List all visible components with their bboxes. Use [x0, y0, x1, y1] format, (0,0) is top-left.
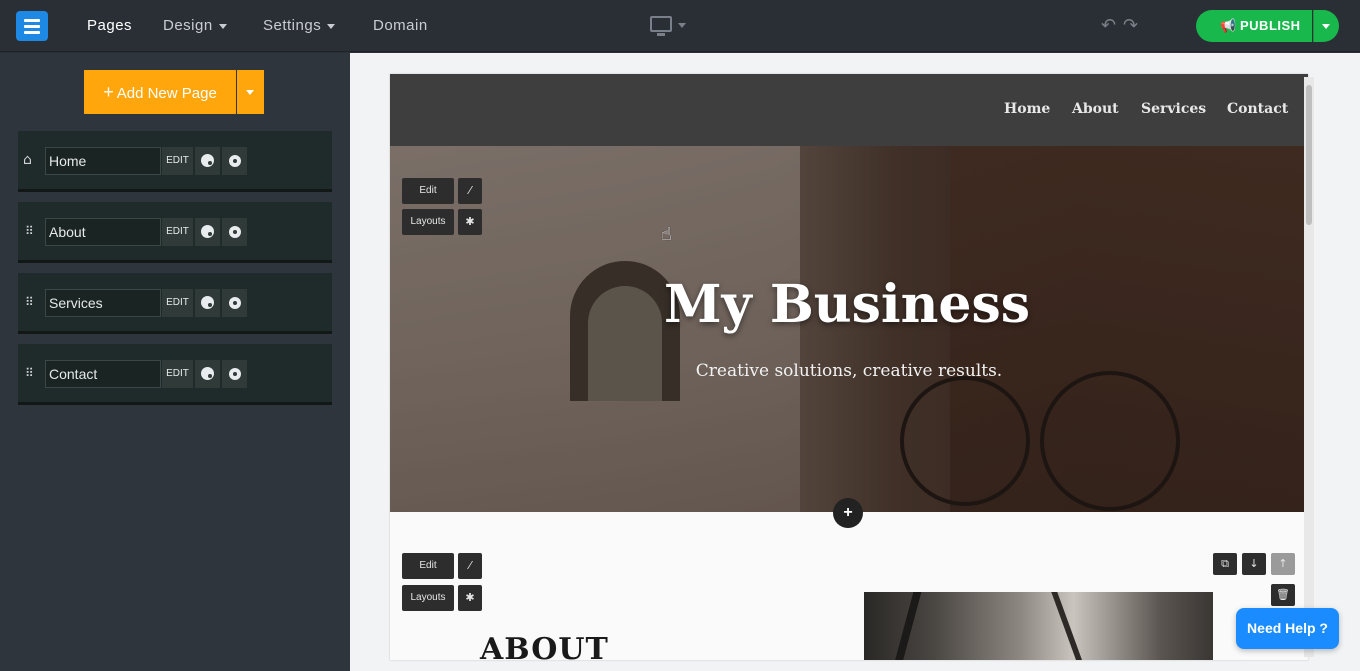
publish-dropdown-button[interactable]	[1313, 10, 1339, 42]
app-logo-icon[interactable]	[16, 11, 48, 41]
chevron-down-icon	[327, 23, 336, 29]
about-heading[interactable]: ABOUT	[480, 632, 609, 660]
palette-icon	[201, 225, 214, 238]
drag-handle-icon[interactable]: ⠿	[25, 295, 35, 309]
page-row-about[interactable]: ⠿ About EDIT	[18, 202, 332, 263]
page-settings-button[interactable]	[222, 289, 247, 317]
move-up-icon[interactable]: ↑	[1271, 553, 1295, 575]
nav-domain[interactable]: Domain	[373, 17, 428, 34]
site-nav-contact[interactable]: Contact	[1227, 101, 1288, 117]
gear-icon[interactable]: ✱	[458, 585, 482, 611]
chevron-down-icon[interactable]	[678, 23, 686, 28]
page-name-field[interactable]: Home	[45, 147, 161, 175]
magic-wand-icon[interactable]: ⁄	[458, 553, 482, 579]
nav-settings[interactable]: Settings	[263, 17, 336, 34]
publish-button[interactable]: 📢 PUBLISH	[1196, 10, 1312, 42]
palette-icon	[201, 296, 214, 309]
nav-design-label: Design	[163, 17, 213, 34]
site-nav-home[interactable]: Home	[1004, 101, 1050, 117]
scrollbar-thumb[interactable]	[1306, 85, 1312, 225]
gear-icon	[229, 297, 241, 309]
page-settings-button[interactable]	[222, 218, 247, 246]
about-edit-button[interactable]: Edit	[402, 553, 454, 579]
megaphone-icon: 📢	[1220, 18, 1237, 33]
page-row-services[interactable]: ⠿ Services EDIT	[18, 273, 332, 334]
hero-layouts-button[interactable]: Layouts	[402, 209, 454, 235]
page-name-field[interactable]: About	[45, 218, 161, 246]
hero-section[interactable]: My Business Creative solutions, creative…	[390, 146, 1308, 512]
publish-label: PUBLISH	[1240, 18, 1301, 33]
gear-icon[interactable]: ✱	[458, 209, 482, 235]
home-icon: ⌂	[23, 152, 32, 168]
page-name-field[interactable]: Contact	[45, 360, 161, 388]
add-page-dropdown-button[interactable]	[237, 70, 264, 114]
palette-button[interactable]	[195, 360, 220, 388]
page-settings-button[interactable]	[222, 360, 247, 388]
site-nav-services[interactable]: Services	[1141, 101, 1206, 117]
palette-icon	[201, 367, 214, 380]
drag-handle-icon[interactable]: ⠿	[25, 366, 35, 380]
palette-button[interactable]	[195, 218, 220, 246]
add-new-page-label: Add New Page	[116, 85, 217, 102]
trash-icon[interactable]: 🗑	[1271, 584, 1295, 606]
chevron-down-icon	[218, 23, 227, 29]
nav-pages[interactable]: Pages	[87, 17, 132, 34]
edit-page-button[interactable]: EDIT	[162, 147, 193, 175]
redo-icon[interactable]: ↷	[1123, 15, 1138, 36]
desktop-device-icon[interactable]	[650, 16, 672, 36]
site-preview: Home About Services Contact My Business …	[390, 74, 1308, 660]
hand-cursor-icon: ☝	[661, 224, 672, 245]
edit-page-button[interactable]: EDIT	[162, 289, 193, 317]
add-section-button[interactable]: +	[833, 498, 863, 528]
page-settings-button[interactable]	[222, 147, 247, 175]
need-help-button[interactable]: Need Help ?	[1236, 608, 1339, 649]
top-bar: Pages Design Settings Domain ↶ ↷ 📢 PUBLI…	[0, 0, 1360, 52]
hero-title-text: My Business	[663, 274, 1031, 335]
pages-sidebar: + Add New Page ⌂ Home EDIT ⠿ About EDIT ⠿…	[0, 53, 350, 671]
site-nav-about[interactable]: About	[1072, 101, 1119, 117]
about-layouts-button[interactable]: Layouts	[402, 585, 454, 611]
palette-icon	[201, 154, 214, 167]
preview-scrollbar[interactable]	[1304, 77, 1314, 657]
plus-icon: +	[103, 82, 114, 102]
about-image[interactable]	[864, 592, 1213, 660]
edit-page-button[interactable]: EDIT	[162, 218, 193, 246]
site-header[interactable]: Home About Services Contact	[390, 74, 1308, 146]
edit-page-button[interactable]: EDIT	[162, 360, 193, 388]
hero-title[interactable]: My Business	[390, 274, 1308, 335]
page-row-contact[interactable]: ⠿ Contact EDIT	[18, 344, 332, 405]
gear-icon	[229, 368, 241, 380]
undo-icon[interactable]: ↶	[1101, 15, 1116, 36]
drag-handle-icon[interactable]: ⠿	[25, 224, 35, 238]
add-new-page-button[interactable]: + Add New Page	[84, 70, 236, 114]
hero-edit-button[interactable]: Edit	[402, 178, 454, 204]
hero-subtitle[interactable]: Creative solutions, creative results.	[390, 361, 1308, 381]
page-row-home[interactable]: ⌂ Home EDIT	[18, 131, 332, 192]
page-name-field[interactable]: Services	[45, 289, 161, 317]
nav-design[interactable]: Design	[163, 17, 227, 34]
magic-wand-icon[interactable]: ⁄	[458, 178, 482, 204]
gear-icon	[229, 226, 241, 238]
palette-button[interactable]	[195, 289, 220, 317]
gear-icon	[229, 155, 241, 167]
move-down-icon[interactable]: ↓	[1242, 553, 1266, 575]
palette-button[interactable]	[195, 147, 220, 175]
nav-settings-label: Settings	[263, 17, 322, 34]
copy-section-icon[interactable]: ⧉	[1213, 553, 1237, 575]
editor-canvas: Home About Services Contact My Business …	[350, 53, 1360, 671]
